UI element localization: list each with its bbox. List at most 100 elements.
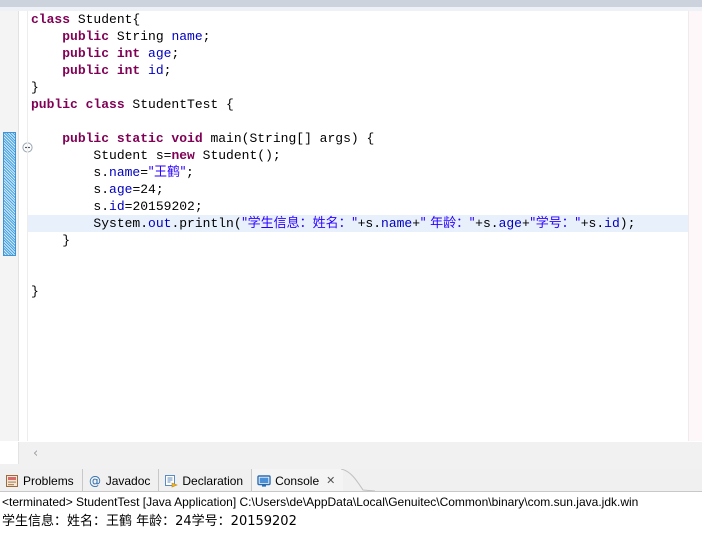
tab-console[interactable]: Console ✕: [252, 469, 344, 492]
code-content[interactable]: class Student{ public String name; publi…: [28, 11, 689, 300]
code-token: =20159202;: [124, 199, 203, 214]
tab-label: Problems: [23, 473, 74, 488]
code-token: .println(: [171, 216, 242, 231]
code-token: }: [31, 284, 39, 299]
code-line[interactable]: System.out.println("学生信息：姓名："+s.name+" 年…: [28, 215, 689, 232]
java-source-editor[interactable]: class Student{ public String name; publi…: [0, 11, 702, 441]
code-line[interactable]: class Student{: [28, 11, 688, 28]
code-token: s.: [93, 182, 110, 197]
code-token: }: [31, 80, 39, 95]
code-token: s.: [93, 165, 110, 180]
scroll-left-chevron-icon[interactable]: ‹: [33, 446, 38, 461]
code-token: Student();: [202, 148, 281, 163]
code-line[interactable]: public static void main(String[] args) {: [28, 130, 688, 147]
code-token: Student s=: [93, 148, 172, 163]
editor-horizontal-scrollbar[interactable]: ‹: [0, 441, 702, 470]
code-token: id: [109, 199, 125, 214]
code-token: id: [148, 63, 164, 78]
code-token: +: [521, 216, 530, 231]
javadoc-at-icon: @: [88, 474, 102, 488]
overview-ruler[interactable]: [688, 11, 702, 441]
code-token: +s.: [357, 216, 382, 231]
problems-icon: [5, 474, 19, 488]
tab-close-icon[interactable]: ✕: [326, 474, 335, 487]
code-token: public class: [31, 97, 133, 112]
code-token: public int: [62, 63, 149, 78]
code-token: StudentTest {: [132, 97, 234, 112]
bottom-view-tabbar[interactable]: Problems @ Javadoc Declaration Console ✕: [0, 469, 702, 492]
code-token: public static void: [62, 131, 211, 146]
code-line[interactable]: public int age;: [28, 45, 688, 62]
code-token: public int: [62, 46, 149, 61]
code-token: Student{: [77, 12, 141, 27]
tab-label: Console: [275, 473, 320, 488]
code-token: }: [62, 233, 71, 248]
code-line[interactable]: public class StudentTest {: [28, 96, 688, 113]
console-terminated-line: <terminated> StudentTest [Java Applicati…: [2, 495, 639, 509]
code-token: +s.: [580, 216, 605, 231]
code-line[interactable]: [28, 266, 688, 283]
code-token: age: [109, 182, 133, 197]
code-token: " 年龄：": [420, 216, 476, 231]
code-line[interactable]: public int id;: [28, 62, 688, 79]
console-monitor-icon: [257, 474, 271, 488]
code-line[interactable]: s.name="王鹤";: [28, 164, 688, 181]
tab-label: Declaration: [182, 473, 244, 488]
code-token: s.: [93, 199, 110, 214]
console-program-output: 学生信息：姓名：王鹤 年龄：24学号：20159202: [2, 514, 297, 529]
code-line[interactable]: [28, 249, 688, 266]
code-token: main(String[] args) {: [210, 131, 375, 146]
code-token: class: [31, 12, 78, 27]
code-token: ;: [171, 46, 180, 61]
code-token: id: [604, 216, 620, 231]
code-token: name: [171, 29, 203, 44]
scrollbar-thumb[interactable]: [0, 442, 19, 464]
code-token: new: [171, 148, 203, 163]
code-token: "学生信息：姓名：": [241, 216, 358, 231]
code-token: =: [140, 165, 149, 180]
code-line[interactable]: }: [28, 283, 688, 300]
code-token: "学号：": [529, 216, 581, 231]
console-output-view[interactable]: <terminated> StudentTest [Java Applicati…: [0, 492, 702, 547]
code-line[interactable]: }: [28, 79, 688, 96]
code-line[interactable]: s.age=24;: [28, 181, 688, 198]
code-token: =24;: [132, 182, 164, 197]
code-line[interactable]: Student s=new Student();: [28, 147, 688, 164]
tab-problems[interactable]: Problems: [0, 469, 83, 492]
code-line[interactable]: [28, 113, 688, 130]
code-token: public: [62, 29, 117, 44]
code-token: "王鹤": [148, 165, 187, 180]
change-bar-marker: [3, 132, 16, 256]
tab-declaration[interactable]: Declaration: [159, 469, 253, 492]
code-line[interactable]: s.id=20159202;: [28, 198, 688, 215]
tab-javadoc[interactable]: @ Javadoc: [82, 469, 160, 492]
code-token: ;: [163, 63, 172, 78]
code-token: System.: [93, 216, 149, 231]
code-token: age: [148, 46, 172, 61]
code-token: +: [412, 216, 421, 231]
code-token: +s.: [475, 216, 499, 231]
code-token: age: [498, 216, 522, 231]
code-token: out: [148, 216, 172, 231]
code-token: );: [619, 216, 636, 231]
code-token: ;: [202, 29, 211, 44]
svg-text:@: @: [89, 474, 101, 488]
code-token: ;: [186, 165, 194, 180]
tab-label: Javadoc: [105, 473, 151, 488]
code-token: String: [116, 29, 172, 44]
code-token: name: [109, 165, 141, 180]
code-line[interactable]: }: [28, 232, 688, 249]
code-line[interactable]: public String name;: [28, 28, 688, 45]
code-token: name: [381, 216, 413, 231]
tab-curve-decoration: [341, 469, 375, 492]
